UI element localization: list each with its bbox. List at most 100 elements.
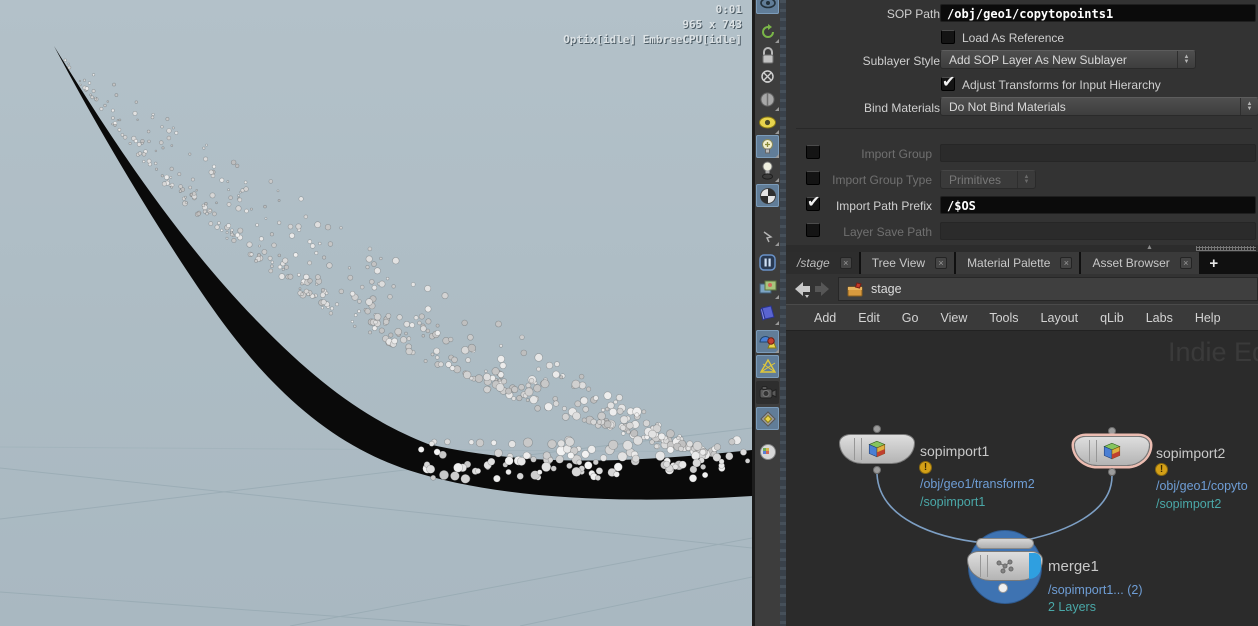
tab-tree-view[interactable]: Tree View ×: [861, 252, 954, 274]
close-icon[interactable]: ×: [935, 257, 947, 269]
node-input-connector[interactable]: [1108, 427, 1116, 435]
node-source-path: /sopimport1... (2): [1048, 583, 1142, 597]
tab-label: Tree View: [872, 256, 925, 270]
drag-handle[interactable]: [1196, 246, 1256, 251]
node-title: merge1: [1048, 558, 1099, 575]
adjust-transforms-checkbox[interactable]: ✔: [941, 77, 955, 91]
viewport-toolbar: [755, 0, 780, 626]
adjust-transforms-label: Adjust Transforms for Input Hierarchy: [962, 78, 1161, 92]
lock-icon[interactable]: [756, 44, 779, 67]
menu-layout[interactable]: Layout: [1041, 311, 1079, 325]
load-as-reference-label: Load As Reference: [962, 31, 1064, 45]
node-layer-count: 2 Layers: [1048, 600, 1096, 614]
snapshot-gallery-icon[interactable]: [756, 276, 779, 299]
select-mode-icon[interactable]: [756, 228, 779, 246]
separator: [796, 128, 1252, 129]
sublayer-style-label: Sublayer Style: [794, 54, 940, 68]
forward-arrow-icon[interactable]: [814, 280, 832, 298]
import-path-prefix-label: Import Path Prefix: [794, 199, 932, 213]
node-sopimport2[interactable]: [1074, 436, 1150, 466]
no-lights-icon[interactable]: [756, 66, 779, 89]
rotate-sync-icon[interactable]: [756, 20, 779, 43]
node-output-connector[interactable]: [1108, 468, 1116, 476]
pane-tab-bar: /stage × Tree View × Material Palette × …: [786, 252, 1258, 274]
node-prim-path: /sopimport2: [1156, 497, 1221, 511]
warning-icon[interactable]: !: [919, 461, 932, 474]
lights-icon[interactable]: [756, 135, 779, 158]
load-as-reference-checkbox[interactable]: [941, 30, 955, 44]
tab-asset-browser[interactable]: Asset Browser ×: [1081, 252, 1198, 274]
geometry-shapes-icon[interactable]: [756, 330, 779, 353]
close-icon[interactable]: ×: [840, 257, 852, 269]
close-icon[interactable]: ×: [1060, 257, 1072, 269]
tab-scroll-icon[interactable]: ▲: [1146, 244, 1153, 251]
tab-material-palette[interactable]: Material Palette ×: [956, 252, 1079, 274]
scene-viewport[interactable]: 0:01 965 x 743 Optix[idle] EmbreeCPU[idl…: [0, 0, 752, 626]
tab-scroll-strip: ▲: [786, 245, 1258, 252]
spinner-icon[interactable]: ▲▼: [1177, 51, 1195, 68]
template-wireframe-icon[interactable]: [756, 355, 779, 378]
sopimport-icon: [867, 439, 887, 459]
menu-qlib[interactable]: qLib: [1100, 311, 1124, 325]
display-options-icon[interactable]: [756, 407, 779, 430]
bind-materials-dropdown[interactable]: Do Not Bind Materials ▲▼: [940, 97, 1258, 116]
back-arrow-icon[interactable]: [792, 280, 812, 298]
material-sphere-icon[interactable]: [756, 440, 779, 463]
network-menu-bar: Add Edit Go View Tools Layout qLib Labs …: [786, 304, 1258, 331]
import-group-field[interactable]: [940, 144, 1256, 162]
spinner-icon[interactable]: ▲▼: [1240, 98, 1258, 115]
check-icon: ✔: [942, 72, 955, 92]
import-group-type-dropdown[interactable]: Primitives ▲▼: [940, 170, 1036, 189]
node-output-connector[interactable]: [873, 466, 881, 474]
visualize-eye-icon[interactable]: [756, 111, 779, 134]
headlight-icon[interactable]: [756, 88, 779, 111]
menu-labs[interactable]: Labs: [1146, 311, 1173, 325]
merge-icon: [994, 557, 1016, 575]
node-merge1[interactable]: [967, 551, 1043, 581]
warning-icon[interactable]: !: [1155, 463, 1168, 476]
sublayer-style-dropdown[interactable]: Add SOP Layer As New Sublayer ▲▼: [940, 50, 1196, 69]
network-editor[interactable]: Indie Editi sopimport1 ! /obj/geo1/trans…: [786, 331, 1258, 626]
path-location: stage: [871, 282, 902, 296]
menu-edit[interactable]: Edit: [858, 311, 880, 325]
scene-graph-book-icon[interactable]: [756, 302, 779, 325]
visibility-icon[interactable]: [756, 0, 779, 14]
import-group-label: Import Group: [794, 147, 932, 161]
node-prim-path: /sopimport1: [920, 495, 985, 509]
camera-icon[interactable]: [756, 381, 779, 404]
viewport-resolution: 965 x 743: [682, 18, 742, 31]
menu-help[interactable]: Help: [1195, 311, 1221, 325]
node-input-connector[interactable]: [873, 425, 881, 433]
tab-label: Material Palette: [967, 256, 1050, 270]
import-group-type-value: Primitives: [941, 173, 1017, 187]
menu-view[interactable]: View: [940, 311, 967, 325]
menu-add[interactable]: Add: [814, 311, 836, 325]
menu-go[interactable]: Go: [902, 311, 919, 325]
sopimport-icon: [1102, 441, 1122, 461]
bind-materials-value: Do Not Bind Materials: [941, 100, 1240, 114]
node-output-connector[interactable]: [998, 583, 1008, 593]
pause-icon[interactable]: [756, 251, 779, 274]
parameter-panel: SOP Path /obj/geo1/copytopoints1 Load As…: [786, 0, 1258, 245]
close-icon[interactable]: ×: [1180, 257, 1192, 269]
node-sopimport1[interactable]: [839, 434, 915, 464]
sublayer-style-value: Add SOP Layer As New Sublayer: [941, 53, 1177, 67]
import-group-type-label: Import Group Type: [794, 173, 932, 187]
viewport-render: [0, 0, 752, 626]
sop-path-field[interactable]: /obj/geo1/copytopoints1: [940, 4, 1256, 22]
path-bar: stage: [786, 274, 1258, 304]
shadows-icon[interactable]: [756, 159, 779, 182]
new-tab-button[interactable]: +: [1201, 252, 1227, 274]
import-path-prefix-field[interactable]: /$OS: [940, 196, 1256, 214]
renderer-status: Optix[idle] EmbreeCPU[idle]: [563, 33, 742, 46]
layer-save-path-field[interactable]: [940, 222, 1256, 240]
bind-materials-label: Bind Materials: [794, 101, 940, 115]
sop-path-label: SOP Path: [794, 7, 940, 21]
tab-stage[interactable]: /stage ×: [786, 252, 859, 274]
network-path-field[interactable]: stage: [838, 277, 1258, 301]
playback-time: 0:01: [716, 3, 743, 16]
high-quality-shading-icon[interactable]: [756, 184, 779, 207]
menu-tools[interactable]: Tools: [989, 311, 1018, 325]
layer-save-path-label: Layer Save Path: [794, 225, 932, 239]
spinner-icon[interactable]: ▲▼: [1017, 171, 1035, 188]
